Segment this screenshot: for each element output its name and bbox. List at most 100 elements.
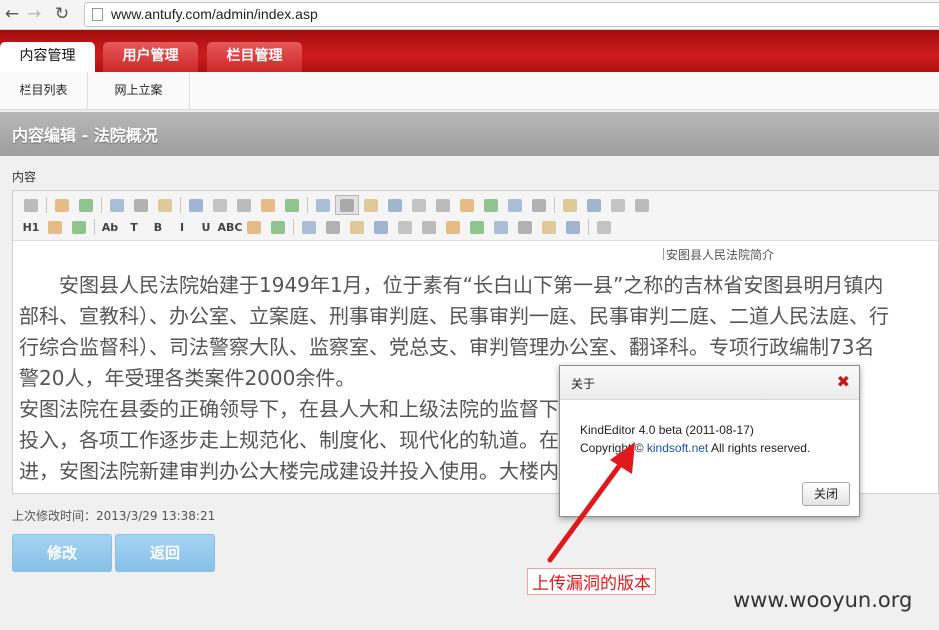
url-text[interactable]: www.antufy.com/admin/index.asp (111, 6, 318, 22)
page-break-icon[interactable] (513, 217, 537, 237)
code-icon[interactable] (489, 217, 513, 237)
italic-icon[interactable]: I (170, 217, 194, 237)
bold-icon[interactable]: B (146, 217, 170, 237)
justify-icon-glyph (388, 198, 402, 212)
justify-icon[interactable] (383, 195, 407, 215)
forward-arrow-icon[interactable]: → (24, 3, 44, 25)
clear-format-icon[interactable] (558, 195, 582, 215)
subnav-item-column-list[interactable]: 栏目列表 (0, 72, 88, 110)
address-bar[interactable]: www.antufy.com/admin/index.asp (84, 2, 939, 27)
subnav-item-online-filing[interactable]: 网上立案 (88, 72, 190, 110)
paste-word-icon[interactable] (280, 195, 304, 215)
template-icon[interactable] (153, 195, 177, 215)
baidu-map-icon-glyph (470, 220, 484, 234)
flash-icon-glyph (326, 220, 340, 234)
print-icon-glyph (134, 198, 148, 212)
back-button[interactable]: 返回 (115, 534, 215, 572)
about-icon[interactable] (592, 217, 616, 237)
toolbar-separator (101, 197, 102, 213)
modify-button[interactable]: 修改 (12, 534, 112, 572)
content-line-2: 部科、宣教科）、办公室、立案庭、刑事审判庭、民事审判一庭、民事审判二庭、二道人民… (19, 304, 889, 328)
undo-icon-glyph (55, 198, 69, 212)
image-alt-text[interactable]: 安图县人民法院简介 (663, 246, 774, 263)
hr-icon[interactable] (417, 217, 441, 237)
emoticon-icon[interactable] (441, 217, 465, 237)
image-icon[interactable] (297, 217, 321, 237)
paste-word-icon-glyph (285, 198, 299, 212)
link-icon-glyph (542, 220, 556, 234)
dialog-close-button[interactable]: 关闭 (802, 482, 850, 506)
dialog-title: 关于 (571, 377, 596, 391)
media-icon-glyph (350, 220, 364, 234)
fullscreen-icon-glyph (635, 198, 649, 212)
toolbar-row-2: H1 Ab T B I U ABC (19, 217, 616, 237)
fullscreen-icon[interactable] (630, 195, 654, 215)
ordered-list-icon[interactable] (407, 195, 431, 215)
strikethrough-icon[interactable]: ABC (218, 217, 243, 237)
source-icon-glyph (24, 198, 38, 212)
toolbar-separator (94, 219, 95, 235)
insert-file-icon[interactable] (369, 217, 393, 237)
unlink-icon[interactable] (561, 217, 585, 237)
pointer-icon[interactable] (606, 195, 630, 215)
tab-column-management[interactable]: 栏目管理 (207, 42, 302, 72)
remove-format-icon[interactable] (266, 217, 290, 237)
code-icon-glyph (494, 220, 508, 234)
sub-navigation: 栏目列表 网上立案 (0, 72, 939, 110)
unordered-list-icon[interactable] (431, 195, 455, 215)
highlight-icon[interactable]: T (122, 217, 146, 237)
table-icon[interactable] (393, 217, 417, 237)
select-all-icon[interactable] (582, 195, 606, 215)
outdent-icon-glyph (484, 198, 498, 212)
redo-icon[interactable] (74, 195, 98, 215)
outdent-icon[interactable] (479, 195, 503, 215)
dialog-header: 关于 ✖ (560, 366, 859, 400)
baidu-map-icon[interactable] (465, 217, 489, 237)
toolbar-separator (180, 197, 181, 213)
insert-file-icon-glyph (374, 220, 388, 234)
align-left-icon[interactable] (311, 195, 335, 215)
undo-icon[interactable] (50, 195, 74, 215)
align-right-icon-glyph (364, 198, 378, 212)
copy-icon[interactable] (208, 195, 232, 215)
select-all-icon-glyph (587, 198, 601, 212)
hr-icon-glyph (422, 220, 436, 234)
font-family-icon[interactable] (43, 217, 67, 237)
align-center-icon[interactable] (335, 195, 359, 215)
close-x-icon[interactable]: ✖ (837, 373, 850, 391)
toolbar-separator (554, 197, 555, 213)
font-family-icon-glyph (48, 220, 62, 234)
font-size-icon[interactable] (67, 217, 91, 237)
back-arrow-icon[interactable]: ← (2, 3, 22, 25)
flash-icon[interactable] (321, 217, 345, 237)
page-break-icon-glyph (518, 220, 532, 234)
tab-user-management[interactable]: 用户管理 (103, 42, 198, 72)
cut-icon[interactable] (184, 195, 208, 215)
heading-icon[interactable]: H1 (19, 217, 43, 237)
paste-icon[interactable] (232, 195, 256, 215)
source-icon[interactable] (19, 195, 43, 215)
subscript-icon[interactable] (503, 195, 527, 215)
page-icon (92, 8, 103, 21)
preview-icon-glyph (110, 198, 124, 212)
superscript-icon[interactable] (527, 195, 551, 215)
paste-plain-icon[interactable] (256, 195, 280, 215)
link-icon[interactable] (537, 217, 561, 237)
align-right-icon[interactable] (359, 195, 383, 215)
font-color-icon[interactable]: Ab (98, 217, 122, 237)
indent-icon[interactable] (455, 195, 479, 215)
redo-icon-glyph (79, 198, 93, 212)
underline-icon[interactable]: U (194, 217, 218, 237)
copyright-suffix: All rights reserved. (710, 441, 811, 455)
template-icon-glyph (158, 198, 172, 212)
tab-content-management[interactable]: 内容管理 (0, 42, 95, 72)
emoticon-icon-glyph (446, 220, 460, 234)
line-height-icon-glyph (247, 220, 261, 234)
reload-icon[interactable]: ↻ (52, 3, 72, 25)
print-icon[interactable] (129, 195, 153, 215)
annotation-arrow-icon (547, 442, 635, 563)
media-icon[interactable] (345, 217, 369, 237)
line-height-icon[interactable] (242, 217, 266, 237)
unlink-icon-glyph (566, 220, 580, 234)
preview-icon[interactable] (105, 195, 129, 215)
